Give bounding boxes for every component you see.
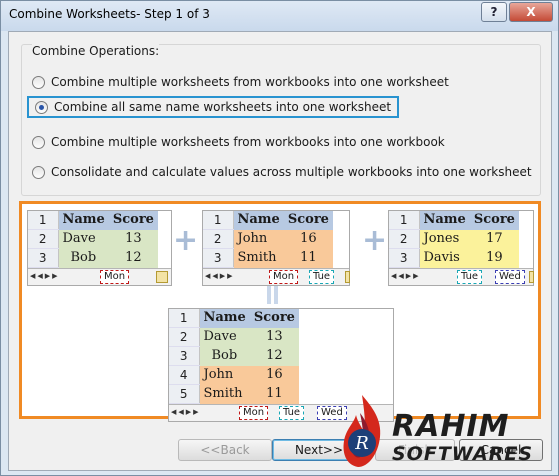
close-button[interactable]: X — [509, 2, 553, 22]
watermark-line1: RAHIM — [392, 409, 510, 444]
cell-name: Davis — [419, 248, 470, 268]
radio-button[interactable] — [32, 135, 45, 149]
row-number: 1 — [28, 211, 59, 230]
cell-name: Smith — [233, 248, 284, 268]
cell-name: John — [199, 365, 250, 385]
new-sheet-icon — [529, 271, 534, 283]
header-name: Name — [233, 211, 284, 230]
tab-nav-arrows-icon: ◀◀▶▶ — [30, 272, 60, 280]
tab-wed: Wed — [495, 270, 525, 284]
option-label: Combine all same name worksheets into on… — [54, 100, 392, 114]
row-number: 4 — [169, 365, 200, 385]
radio-button[interactable] — [32, 165, 45, 179]
cell-score: 11 — [249, 384, 299, 404]
cell-score: 13 — [249, 327, 299, 347]
watermark-logo: R RAHIM SOFTWARES — [330, 385, 558, 475]
sheet-example-3: 1 Name Score 2 Jones 17 3 Davis 19 ◀◀▶▶ Tue We… — [388, 210, 534, 286]
header-name: Name — [199, 309, 250, 328]
cell-score: 16 — [283, 229, 333, 249]
row-number: 2 — [203, 229, 234, 249]
row-number: 1 — [169, 309, 200, 328]
option-label: Combine multiple worksheets from workboo… — [51, 75, 449, 89]
row-number: 3 — [169, 346, 200, 366]
cell-score: 11 — [283, 248, 333, 268]
row-number: 3 — [203, 248, 234, 268]
tab-nav-arrows-icon: ◀◀▶▶ — [171, 408, 201, 416]
cell-score: 17 — [469, 229, 519, 249]
row-number: 1 — [389, 211, 420, 230]
cell-name: Bob — [199, 346, 250, 366]
new-sheet-icon — [156, 271, 168, 283]
equals-arrow-icon — [265, 286, 281, 304]
cell-score: 12 — [249, 346, 299, 366]
cell-name: Dave — [199, 327, 250, 347]
cell-name: Dave — [58, 229, 109, 249]
row-number: 2 — [169, 327, 200, 347]
back-button[interactable]: <<Back — [178, 439, 272, 461]
sheet-example-1: 1 Name Score 2 Dave 13 3 Bob 12 ◀◀▶▶ Mon — [27, 210, 172, 286]
tab-mon: Mon — [239, 406, 269, 420]
flame-logo-icon: R — [343, 395, 381, 467]
option-label: Combine multiple worksheets from workboo… — [51, 135, 445, 149]
watermark-line2: SOFTWARES — [392, 443, 534, 465]
header-name: Name — [58, 211, 109, 230]
group-legend: Combine Operations: — [32, 44, 160, 58]
new-sheet-icon — [345, 271, 350, 283]
window-title: Combine Worksheets- Step 1 of 3 — [9, 7, 210, 21]
tab-nav-arrows-icon: ◀◀▶▶ — [391, 272, 421, 280]
tab-mon: Mon — [100, 270, 130, 284]
tab-tue: Tue — [309, 270, 335, 284]
tab-tue: Tue — [279, 406, 305, 420]
option-combine-into-workbook[interactable]: Combine multiple worksheets from workboo… — [32, 135, 445, 149]
title-bar: Combine Worksheets- Step 1 of 3 ? X — [1, 1, 558, 31]
cell-score: 12 — [108, 248, 158, 268]
option-label: Consolidate and calculate values across … — [51, 165, 532, 179]
cell-name: John — [233, 229, 284, 249]
radio-button[interactable] — [32, 75, 45, 89]
option-combine-same-name[interactable]: Combine all same name worksheets into on… — [27, 96, 400, 118]
cell-name: Jones — [419, 229, 470, 249]
header-name: Name — [419, 211, 470, 230]
radio-button-selected[interactable] — [35, 100, 48, 114]
header-score: Score — [249, 309, 299, 328]
cell-name: Bob — [58, 248, 109, 268]
row-number: 3 — [28, 248, 59, 268]
sheet-example-2: 1 Name Score 2 John 16 3 Smith 11 ◀◀▶▶ Mon Tue — [202, 210, 350, 286]
header-score: Score — [283, 211, 333, 230]
plus-icon: + — [173, 223, 199, 258]
row-number: 1 — [203, 211, 234, 230]
tab-tue: Tue — [457, 270, 483, 284]
row-number: 3 — [389, 248, 420, 268]
logo-monogram: R — [354, 433, 369, 454]
cell-name: Smith — [199, 384, 250, 404]
plus-icon: + — [362, 223, 388, 258]
header-score: Score — [469, 211, 519, 230]
tab-mon: Mon — [269, 270, 299, 284]
help-button[interactable]: ? — [481, 2, 507, 22]
option-combine-into-worksheet[interactable]: Combine multiple worksheets from workboo… — [32, 75, 449, 89]
cell-score: 16 — [249, 365, 299, 385]
option-consolidate[interactable]: Consolidate and calculate values across … — [32, 165, 532, 179]
sheet-tab-bar: ◀◀▶▶ Tue Wed — [389, 268, 534, 285]
row-number: 2 — [28, 229, 59, 249]
sheet-tab-bar: ◀◀▶▶ Mon Tue — [203, 268, 350, 285]
header-score: Score — [108, 211, 158, 230]
row-number: 2 — [389, 229, 420, 249]
tab-nav-arrows-icon: ◀◀▶▶ — [205, 272, 235, 280]
row-number: 5 — [169, 384, 200, 404]
sheet-tab-bar: ◀◀▶▶ Mon — [28, 268, 171, 285]
cell-score: 19 — [469, 248, 519, 268]
cell-score: 13 — [108, 229, 158, 249]
combine-operations-group: Combine Operations: Combine multiple wor… — [21, 44, 541, 196]
